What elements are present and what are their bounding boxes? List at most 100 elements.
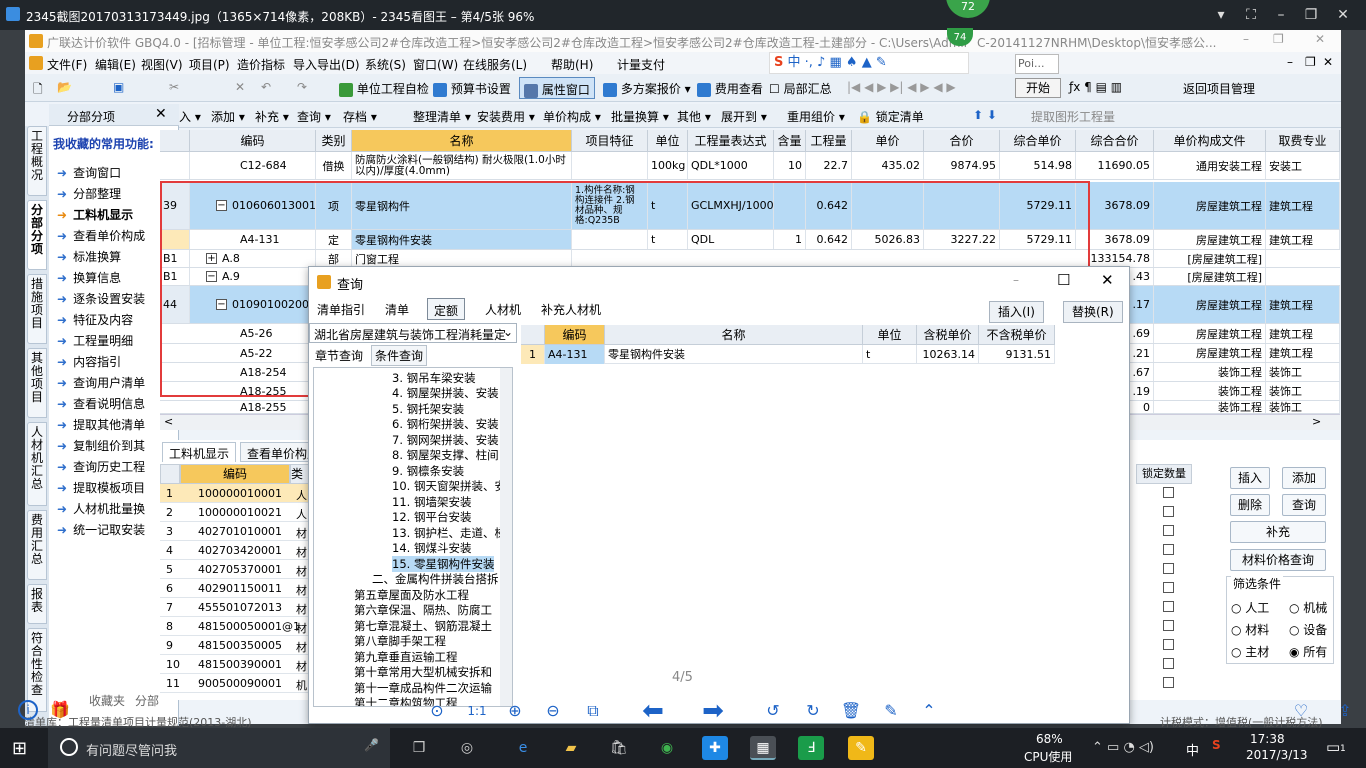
cell-name[interactable]: 防腐防火涂料(一般钢结构) 耐火极限(1.0小时以内)/厚度(4.0mm) — [352, 152, 572, 179]
bottom-delete-button[interactable]: 删除 — [1230, 494, 1270, 516]
side-item-unified-install[interactable]: ➜ 统一记取安装 — [57, 521, 175, 538]
cell-spec[interactable]: 装饰工 — [1266, 363, 1340, 381]
filter-labor[interactable]: ○ 人工 — [1231, 599, 1269, 616]
mdi-close-icon[interactable]: ✕ — [1323, 55, 1333, 69]
query-button[interactable]: 查询 ▾ — [297, 108, 331, 125]
grid-header-cprice[interactable]: 综合单价 — [1000, 130, 1076, 152]
filter-all[interactable]: ◉ 所有 — [1289, 643, 1327, 660]
return-project-button[interactable]: 返回项目管理 — [1183, 80, 1255, 97]
grid-header-name[interactable]: 名称 — [352, 130, 572, 152]
side-item-install-setting[interactable]: ➜ 逐条设置安装 — [57, 290, 175, 307]
edit-image-icon[interactable]: ✎ — [880, 700, 902, 722]
side-tab-favorites[interactable]: 收藏夹 — [89, 692, 125, 709]
dialog-tab-quota[interactable]: 定额 — [427, 298, 466, 320]
cell-ctotal[interactable]: 3678.09 — [1076, 230, 1154, 249]
filter-equipment[interactable]: ○ 设备 — [1289, 621, 1327, 638]
menu-import-export[interactable]: 导入导出(D) — [293, 56, 360, 73]
rotate-left-icon[interactable]: ↺ — [762, 700, 784, 722]
grid-header-total[interactable]: 合价 — [924, 130, 1000, 152]
cell-cprice[interactable]: 5729.11 — [1000, 230, 1076, 249]
cell-file[interactable]: 房屋建筑工程 — [1154, 324, 1266, 343]
install-cost-button[interactable]: 安装费用 ▾ — [477, 108, 535, 125]
app-minimize-icon[interactable]: – — [1243, 32, 1249, 46]
dialog-tab-list-guide[interactable]: 清单指引 — [311, 298, 371, 320]
cell-ctotal[interactable]: 11690.05 — [1076, 152, 1154, 179]
cost-view-button[interactable]: 费用查看 — [697, 80, 763, 97]
cell-ratio[interactable] — [774, 182, 806, 229]
windows-start-icon[interactable]: ⊞ — [12, 738, 27, 759]
menu-view[interactable]: 视图(V) — [141, 56, 183, 73]
filter-main-material[interactable]: ○ 主材 — [1231, 643, 1269, 660]
lock-list-button[interactable]: 🔒 锁定清单 — [857, 108, 924, 125]
side-item-price-composition[interactable]: ➜ 查看单价构成 — [57, 227, 175, 244]
organize-list-button[interactable]: 整理清单 ▾ — [413, 108, 471, 125]
app-restore-icon[interactable]: ❐ — [1273, 32, 1284, 46]
side-item-history[interactable]: ➜ 查询历史工程 — [57, 458, 175, 475]
scroll-left-icon[interactable]: < — [164, 415, 173, 428]
unit-price-button[interactable]: 单价构成 ▾ — [543, 108, 601, 125]
viewer-menu-icon[interactable]: ▾ — [1212, 6, 1230, 24]
favorite-heart-icon[interactable]: ♡ — [1290, 700, 1312, 722]
cell-file[interactable]: 房屋建筑工程 — [1154, 286, 1266, 323]
lock-checkbox[interactable] — [1163, 582, 1174, 593]
grid-header-qty[interactable]: 工程量 — [806, 130, 852, 152]
result-row[interactable]: 1 A4-131 零星钢构件安装 t 10263.14 9131.51 — [521, 345, 1055, 364]
supplement-button[interactable]: 补充 ▾ — [255, 108, 289, 125]
menu-help[interactable]: 帮助(H) — [551, 56, 593, 73]
cell-file[interactable]: [房屋建筑工程] — [1154, 250, 1266, 267]
app-blue-icon[interactable]: ✚ — [702, 736, 728, 760]
side-tab-parts[interactable]: 分部 — [135, 692, 159, 709]
self-check-button[interactable]: 单位工程自检 — [339, 80, 429, 97]
list-item[interactable]: 10 481500390001 材 — [160, 655, 310, 674]
tree-item[interactable]: 8. 钢屋架支撑、柱间 — [392, 447, 499, 463]
viewer-restore-icon[interactable]: ❐ — [1302, 6, 1320, 24]
list-item[interactable]: 11 900500090001 机 — [160, 674, 310, 693]
budget-settings-button[interactable]: 预算书设置 — [433, 80, 511, 97]
tree-item[interactable]: 第五章屋面及防水工程 — [354, 587, 469, 603]
vtab-other-items[interactable]: 其他项目 — [27, 348, 47, 418]
cell-spec[interactable]: 安装工 — [1266, 152, 1340, 179]
cell-code[interactable]: 010606013001 — [190, 182, 316, 229]
tree-item[interactable]: 第十章常用大型机械安拆和 — [354, 664, 492, 680]
previous-image-icon[interactable]: ⬅ — [636, 698, 670, 724]
cell-expr[interactable]: QDL — [688, 230, 774, 249]
tree-item[interactable]: 14. 钢煤斗安装 — [392, 540, 471, 556]
lock-checkbox[interactable] — [1163, 506, 1174, 517]
viewer-minimize-icon[interactable]: – — [1272, 6, 1290, 24]
bottom-header-code[interactable]: 编码 — [180, 464, 290, 484]
cell-file[interactable]: 装饰工程 — [1154, 401, 1266, 413]
list-item[interactable]: 8 481500050001@1 材 — [160, 617, 310, 636]
cell-expr[interactable]: QDL*1000 — [688, 152, 774, 179]
tree-item[interactable]: 第八章脚手架工程 — [354, 633, 446, 649]
list-item[interactable]: 1 100000010001 人 — [160, 484, 310, 503]
menu-window[interactable]: 窗口(W) — [413, 56, 458, 73]
app-green-icon[interactable]: Ⅎ — [798, 736, 824, 760]
tree-item[interactable]: 3. 钢吊车梁安装 — [392, 370, 476, 386]
nav-arrows-icon[interactable]: |◀ ◀ ▶ ▶| ◀ ▶ ◀ ▶ — [847, 80, 956, 94]
lock-checkbox[interactable] — [1163, 487, 1174, 498]
more-up-icon[interactable]: ⌃ — [918, 700, 940, 722]
menu-project[interactable]: 项目(P) — [189, 56, 230, 73]
cell-file[interactable]: 房屋建筑工程 — [1154, 182, 1266, 229]
chrome-icon[interactable]: ◎ — [454, 736, 480, 760]
extract-graphic-button[interactable]: 提取图形工程量 — [1031, 108, 1115, 125]
result-header-unit[interactable]: 单位 — [863, 325, 917, 345]
side-item-content-guide[interactable]: ➜ 内容指引 — [57, 353, 175, 370]
delete-icon[interactable]: ✕ — [235, 80, 245, 94]
mdi-minimize-icon[interactable]: – — [1287, 55, 1293, 69]
side-item-template[interactable]: ➜ 提取模板项目 — [57, 479, 175, 496]
menu-online[interactable]: 在线服务(L) — [463, 56, 527, 73]
move-up-down-icon[interactable]: ⬆ ⬇ — [973, 108, 997, 122]
add-button[interactable]: 添加 ▾ — [211, 108, 245, 125]
side-item-labor-display[interactable]: ➜ 工料机显示 — [57, 206, 175, 223]
dialog-close-icon[interactable]: ✕ — [1101, 271, 1114, 289]
tab-labor-display[interactable]: 工料机显示 — [162, 442, 237, 462]
rotate-icon[interactable]: ⊙ — [426, 700, 448, 722]
lock-checkbox[interactable] — [1163, 658, 1174, 669]
cell-qty[interactable]: 0.642 — [806, 182, 852, 229]
cell-price[interactable]: 435.02 — [852, 152, 924, 179]
cell-type[interactable]: 定 — [316, 230, 352, 249]
sogou-tray-icon[interactable]: S — [1212, 738, 1221, 752]
cell-code[interactable]: A.8 — [190, 250, 316, 267]
expand-to-button[interactable]: 展开到 ▾ — [721, 108, 767, 125]
